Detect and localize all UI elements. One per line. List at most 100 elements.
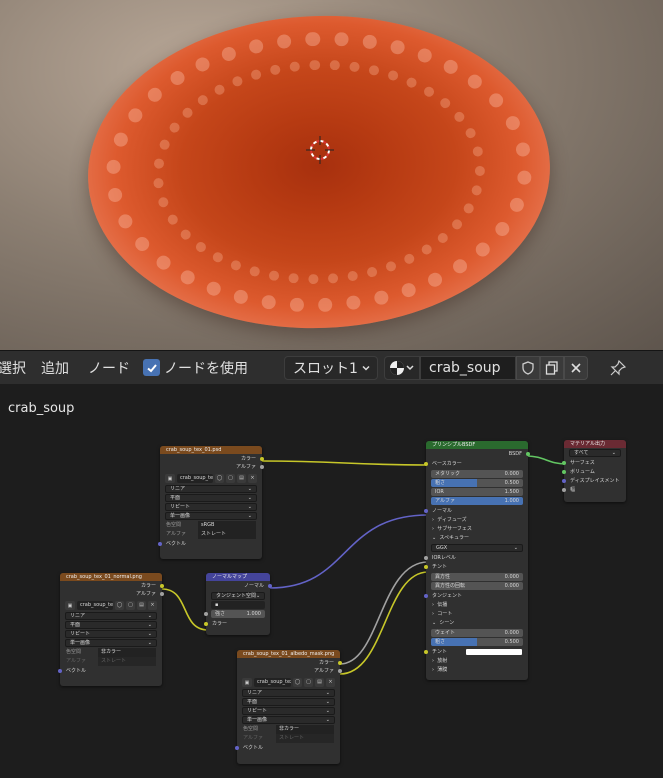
close-icon[interactable]: ×	[148, 601, 157, 610]
material-name-field[interactable]: crab_soup	[420, 355, 516, 380]
unlink-material-button[interactable]	[564, 355, 588, 380]
alpha-slider[interactable]: アルファ 1.000	[431, 497, 523, 505]
material-output-node[interactable]: マテリアル出力 すべて ⌄ サーフェス ボリューム ディスプレイスメント 幅	[562, 440, 626, 502]
extension-dropdown[interactable]: リピート ⌄	[65, 630, 157, 638]
sheen-tint-row[interactable]: チント	[424, 647, 528, 657]
projection-dropdown[interactable]: 平面 ⌄	[242, 698, 335, 706]
projection-dropdown[interactable]: 平面 ⌄	[165, 494, 257, 502]
menu-select[interactable]: 選択	[0, 358, 35, 378]
anisotropic-slider[interactable]: 異方性 0.000	[431, 573, 523, 581]
input-socket[interactable]	[562, 479, 566, 483]
input-socket[interactable]	[424, 565, 428, 569]
distribution-dropdown[interactable]: GGX ⌄	[431, 544, 523, 552]
image-selector[interactable]: ▣ crab_soup_tex_... ◯ ▢ ▤ ×	[242, 678, 335, 687]
colorspace-row[interactable]: 色空間 非カラー	[237, 725, 340, 734]
node-title[interactable]: crab_soup_tex_01_normal.png	[60, 573, 162, 581]
uv-map-field[interactable]: ▪	[211, 601, 265, 609]
panel-specular[interactable]: ⌄ スペキュラー	[426, 534, 528, 543]
slot-dropdown[interactable]: スロット1	[284, 355, 378, 380]
input-socket[interactable]	[424, 594, 428, 598]
output-socket[interactable]	[260, 457, 264, 461]
image-texture-node-albedo-mask[interactable]: crab_soup_tex_01_albedo_mask.png カラー アルフ…	[235, 650, 342, 764]
principled-bsdf-node[interactable]: プリンシプルBSDF BSDF ベースカラー メタリック 0.000 粗さ 0.50…	[424, 441, 530, 680]
output-socket[interactable]	[338, 669, 342, 673]
material-browse-button[interactable]	[384, 355, 420, 380]
extension-dropdown[interactable]: リピート ⌄	[165, 503, 257, 511]
input-socket[interactable]	[424, 556, 428, 560]
copy-icon[interactable]: ▢	[226, 474, 235, 483]
ior-slider[interactable]: IOR 1.500	[431, 488, 523, 496]
output-socket[interactable]	[526, 452, 530, 456]
checkbox-checked-icon[interactable]	[143, 359, 160, 376]
use-nodes-toggle[interactable]: ノードを使用	[143, 358, 248, 378]
panel-diffuse[interactable]: › ディフューズ	[426, 516, 528, 525]
menu-add[interactable]: 追加	[41, 358, 78, 378]
output-socket[interactable]	[260, 465, 264, 469]
roughness-slider[interactable]: 粗さ 0.500	[431, 479, 523, 487]
crab-soup-mesh[interactable]	[82, 8, 556, 336]
interpolation-dropdown[interactable]: リニア ⌄	[242, 689, 335, 697]
metallic-slider[interactable]: メタリック 0.000	[431, 470, 523, 478]
input-socket[interactable]	[204, 622, 208, 626]
panel-coat[interactable]: › コート	[426, 610, 528, 619]
target-dropdown[interactable]: すべて ⌄	[569, 449, 621, 457]
image-name[interactable]: crab_soup_tex_...	[177, 474, 213, 483]
input-socket[interactable]	[424, 650, 428, 654]
panel-transmission[interactable]: › 伝播	[426, 601, 528, 610]
strength-slider[interactable]: 強さ 1.000	[204, 610, 265, 618]
output-socket[interactable]	[268, 584, 272, 588]
image-name[interactable]: crab_soup_tex_...	[254, 678, 291, 687]
shield-icon[interactable]: ◯	[293, 678, 302, 687]
colorspace-row[interactable]: 色空間 非カラー	[60, 648, 162, 657]
input-socket[interactable]	[562, 461, 566, 465]
extension-dropdown[interactable]: リピート ⌄	[242, 707, 335, 715]
source-dropdown[interactable]: 単一画像 ⌄	[65, 639, 157, 647]
folder-icon[interactable]: ▤	[237, 474, 246, 483]
panel-emission[interactable]: › 放射	[426, 657, 528, 666]
node-title[interactable]: ノーマルマップ	[206, 573, 270, 581]
input-socket[interactable]	[58, 669, 62, 673]
node-editor-canvas[interactable]: crab_soup crab_soup_tex_01.psd カラー アルファ …	[0, 384, 663, 778]
input-socket[interactable]	[204, 612, 208, 616]
sheen-roughness-slider[interactable]: 粗さ 0.500	[431, 638, 523, 646]
pin-button[interactable]	[606, 356, 630, 380]
node-title[interactable]: マテリアル出力	[564, 440, 626, 448]
interpolation-dropdown[interactable]: リニア ⌄	[65, 612, 157, 620]
close-icon[interactable]: ×	[248, 474, 257, 483]
shield-icon[interactable]: ◯	[115, 601, 124, 610]
projection-dropdown[interactable]: 平面 ⌄	[65, 621, 157, 629]
input-socket[interactable]	[562, 488, 566, 492]
folder-icon[interactable]: ▤	[137, 601, 146, 610]
source-dropdown[interactable]: 単一画像 ⌄	[242, 716, 335, 724]
3d-viewport[interactable]	[0, 0, 663, 350]
output-socket[interactable]	[160, 592, 164, 596]
node-title[interactable]: crab_soup_tex_01.psd	[160, 446, 262, 454]
output-socket[interactable]	[338, 661, 342, 665]
input-socket[interactable]	[158, 542, 162, 546]
input-socket[interactable]	[424, 509, 428, 513]
duplicate-material-button[interactable]	[540, 355, 564, 380]
input-socket[interactable]	[562, 470, 566, 474]
fake-user-button[interactable]	[516, 355, 540, 380]
image-name[interactable]: crab_soup_tex_...	[77, 601, 113, 610]
normal-map-node[interactable]: ノーマルマップ ノーマル タンジェント空間 ⌄ ▪ 強さ 1.000 カラー	[204, 573, 272, 635]
input-socket[interactable]	[235, 746, 239, 750]
image-selector[interactable]: ▣ crab_soup_tex_... ◯ ▢ ▤ ×	[65, 601, 157, 610]
folder-icon[interactable]: ▤	[315, 678, 324, 687]
anisotropic-rotation-slider[interactable]: 異方性の回転 0.000	[431, 582, 523, 590]
shield-icon[interactable]: ◯	[215, 474, 224, 483]
node-title[interactable]: プリンシプルBSDF	[426, 441, 528, 449]
space-dropdown[interactable]: タンジェント空間 ⌄	[211, 592, 265, 600]
interpolation-dropdown[interactable]: リニア ⌄	[165, 485, 257, 493]
copy-icon[interactable]: ▢	[304, 678, 313, 687]
alpha-mode-row[interactable]: アルファ ストレート	[160, 530, 262, 539]
sheen-weight-slider[interactable]: ウェイト 0.000	[431, 629, 523, 637]
copy-icon[interactable]: ▢	[126, 601, 135, 610]
close-icon[interactable]: ×	[326, 678, 335, 687]
image-selector[interactable]: ▣ crab_soup_tex_... ◯ ▢ ▤ ×	[165, 474, 257, 483]
node-title[interactable]: crab_soup_tex_01_albedo_mask.png	[237, 650, 340, 658]
sheen-tint-swatch[interactable]	[466, 649, 522, 655]
colorspace-row[interactable]: 色空間 sRGB	[160, 521, 262, 530]
panel-sheen[interactable]: ⌄ シーン	[426, 619, 528, 628]
menu-node[interactable]: ノード	[88, 358, 139, 378]
